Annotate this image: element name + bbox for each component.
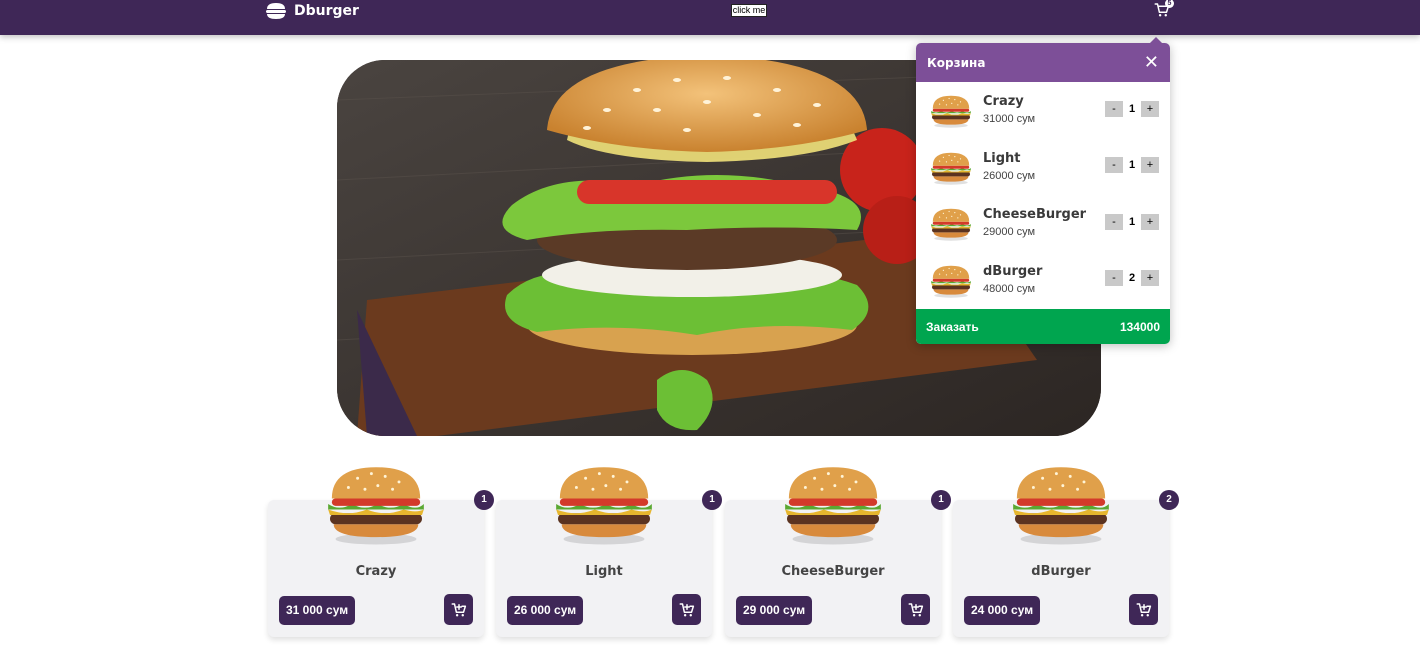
cart-item-name: Crazy (983, 94, 1024, 109)
decrease-button[interactable]: - (1105, 100, 1123, 117)
cart-item-price: 26000 сум (983, 169, 1036, 182)
decrease-button[interactable]: - (1105, 157, 1123, 173)
product-qty-badge: 1 (702, 490, 722, 510)
cart-item: CheeseBurger 29000 сум - 1 + (916, 195, 1170, 252)
header-cart-button[interactable]: 5 (1153, 0, 1175, 19)
cart-item-image (927, 149, 975, 187)
quantity-stepper: - 1 + (1105, 213, 1159, 230)
cart-item-name: dBurger (983, 263, 1043, 279)
product-image (777, 458, 889, 550)
close-icon[interactable]: ✕ (1144, 53, 1159, 72)
cart-item: Crazy 31000 сум - 1 + (916, 82, 1170, 139)
cart-panel-title: Корзина (927, 55, 986, 70)
top-navbar: Dburger click me 5 (0, 0, 1420, 35)
product-price: 31 000 сум (279, 596, 356, 625)
product-image (320, 458, 432, 550)
cart-count-badge: 5 (1165, 0, 1174, 8)
add-to-cart-button[interactable] (1129, 594, 1158, 625)
add-to-cart-button[interactable] (672, 594, 701, 625)
quantity-stepper: - 1 + (1105, 157, 1159, 174)
cart-panel-header: Корзина ✕ (916, 43, 1170, 82)
panel-pointer (1150, 37, 1162, 43)
brand-logo[interactable]: Dburger (266, 3, 359, 19)
product-price: 29 000 сум (736, 596, 813, 625)
quantity-value: 1 (1123, 213, 1141, 230)
cart-item-name: CheeseBurger (983, 207, 1087, 222)
product-title: Light (585, 564, 623, 579)
product-image (1005, 458, 1117, 550)
burger-icon (266, 3, 286, 19)
quantity-stepper: - 2 + (1105, 270, 1159, 287)
increase-button[interactable]: + (1141, 157, 1159, 173)
product-grid: 1 Crazy 31 000 сум 1 Light 26 000 сум 1 … (268, 455, 1179, 645)
product-title: Crazy (355, 564, 397, 579)
cart-item-list: Crazy 31000 сум - 1 + Light 26000 сум - … (916, 82, 1170, 307)
product-qty-badge: 2 (1159, 490, 1179, 510)
product-qty-badge: 1 (474, 490, 494, 510)
cart-item-image (927, 205, 975, 243)
increase-button[interactable]: + (1141, 100, 1159, 117)
cart-plus-icon (678, 601, 696, 619)
product-title: dBurger (1031, 564, 1091, 579)
product-image (548, 458, 660, 550)
cart-plus-icon (1135, 601, 1153, 619)
product-price: 24 000 сум (964, 596, 1041, 625)
quantity-value: 2 (1123, 270, 1141, 286)
product-card: 1 CheeseBurger 29 000 сум (725, 500, 951, 637)
product-card: 2 dBurger 24 000 сум (953, 500, 1179, 637)
product-card: 1 Crazy 31 000 сум (268, 500, 494, 637)
cart-panel: Корзина ✕ Crazy 31000 сум - 1 + Light 26… (916, 37, 1170, 344)
cart-item-image (927, 262, 975, 300)
cart-plus-icon (450, 601, 468, 619)
add-to-cart-button[interactable] (901, 594, 930, 625)
product-price: 26 000 сум (507, 596, 584, 625)
cart-item: dBurger 48000 сум - 2 + (916, 252, 1170, 309)
order-label: Заказать (926, 319, 979, 334)
click-me-button[interactable]: click me (731, 4, 767, 17)
cart-item-price: 31000 сум (983, 113, 1036, 125)
cart-item-price: 29000 сум (983, 226, 1036, 238)
product-title: CheeseBurger (781, 564, 885, 579)
quantity-value: 1 (1123, 100, 1141, 117)
cart-item-price: 48000 сум (983, 282, 1036, 295)
order-button[interactable]: Заказать 134000 (916, 309, 1170, 344)
brand-name: Dburger (294, 3, 359, 19)
quantity-value: 1 (1123, 157, 1141, 173)
quantity-stepper: - 1 + (1105, 100, 1159, 117)
decrease-button[interactable]: - (1105, 270, 1123, 286)
cart-plus-icon (907, 601, 925, 619)
increase-button[interactable]: + (1141, 213, 1159, 230)
cart-item-image (927, 92, 975, 130)
cart-item-name: Light (983, 150, 1021, 166)
add-to-cart-button[interactable] (444, 594, 473, 625)
cart-item: Light 26000 сум - 1 + (916, 139, 1170, 196)
product-qty-badge: 1 (931, 490, 951, 510)
order-total: 134000 (1119, 319, 1160, 334)
decrease-button[interactable]: - (1105, 213, 1123, 230)
product-card: 1 Light 26 000 сум (496, 500, 722, 637)
increase-button[interactable]: + (1141, 270, 1159, 286)
